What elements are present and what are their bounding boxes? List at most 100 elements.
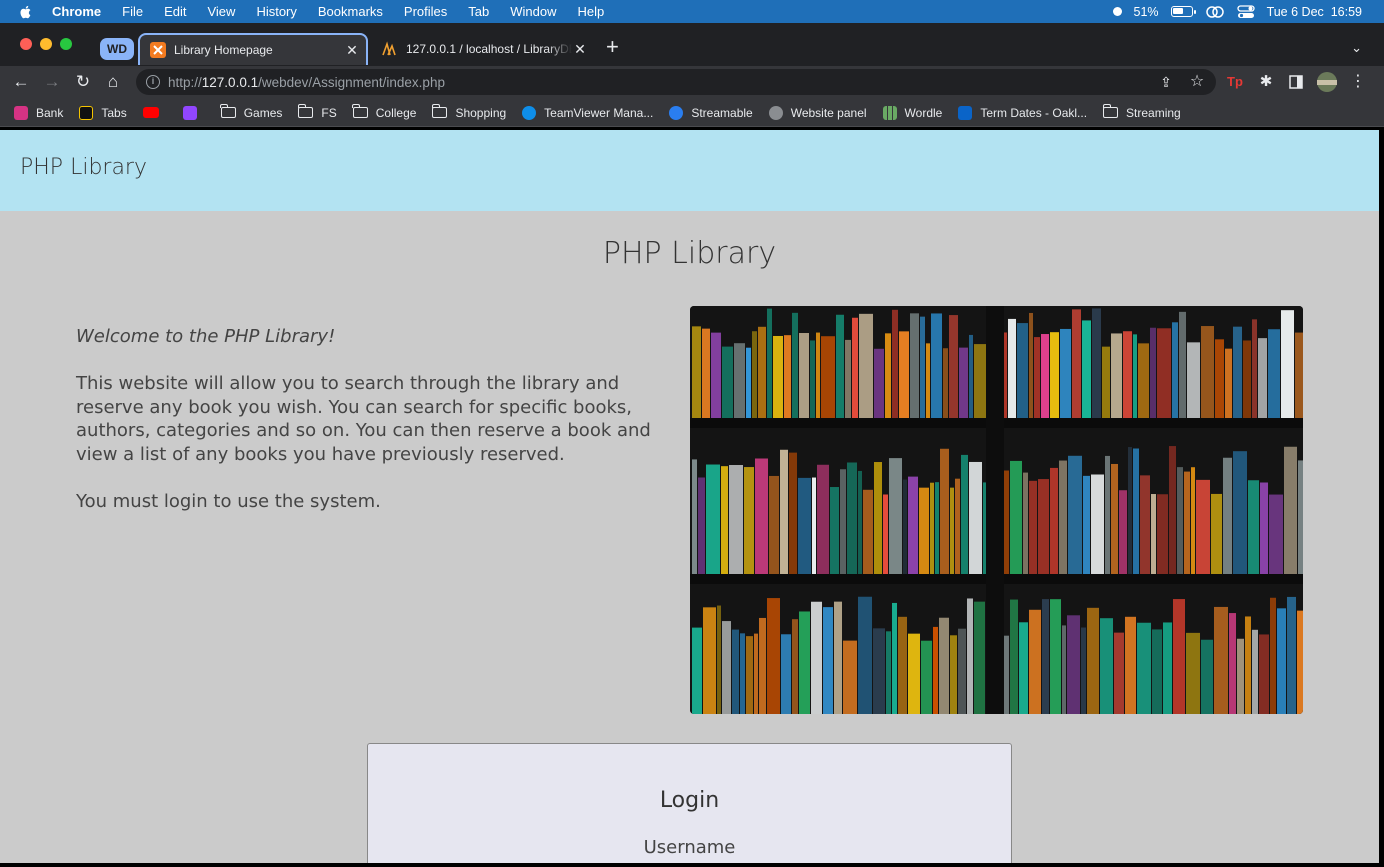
menu-window[interactable]: Window xyxy=(510,4,556,19)
book-spine xyxy=(1297,610,1303,714)
tab-library-homepage[interactable]: Library Homepage ✕ xyxy=(138,33,368,65)
extension-tp-icon[interactable]: Tp xyxy=(1224,71,1246,93)
tab-search-chevron-icon[interactable]: ⌄ xyxy=(1351,40,1362,56)
bookmark-folder-streaming[interactable]: Streaming xyxy=(1102,104,1181,120)
reload-icon[interactable]: ↻ xyxy=(72,71,94,93)
battery-percent[interactable]: 51% xyxy=(1134,5,1159,19)
profile-avatar-icon[interactable] xyxy=(1316,71,1338,93)
book-spine xyxy=(798,477,811,574)
address-bar[interactable]: i http://127.0.0.1/webdev/Assignment/ind… xyxy=(136,69,1216,95)
book-spine xyxy=(1060,328,1071,418)
chrome-menu-icon[interactable]: ⋮ xyxy=(1347,71,1369,93)
bookmark-star-icon[interactable]: ☆ xyxy=(1186,71,1208,93)
menu-app-chrome[interactable]: Chrome xyxy=(52,4,101,19)
book-spine xyxy=(1087,607,1099,714)
book-spine xyxy=(1233,451,1247,574)
extensions-puzzle-icon[interactable]: ✱ xyxy=(1255,71,1277,93)
bookmark-website-panel[interactable]: Website panel xyxy=(768,105,867,120)
book-spine xyxy=(892,309,898,418)
bookmark-label: Streaming xyxy=(1126,105,1181,120)
book-spine xyxy=(1229,613,1236,714)
bookmark-wordle[interactable]: Wordle xyxy=(882,105,943,120)
bookshelf-image xyxy=(690,306,1303,714)
bookmark-twitch[interactable] xyxy=(182,105,205,120)
xampp-icon xyxy=(150,42,166,58)
apple-icon[interactable] xyxy=(18,4,34,20)
control-center-icon[interactable] xyxy=(1236,4,1255,19)
book-spine xyxy=(843,640,857,714)
book-spine xyxy=(1111,333,1122,418)
book-spine xyxy=(1150,327,1156,418)
bookmark-label: Bank xyxy=(36,105,64,120)
book-spine xyxy=(852,317,858,418)
screen-mirroring-icon[interactable] xyxy=(1205,5,1225,19)
book-spine xyxy=(1029,312,1033,418)
menu-view[interactable]: View xyxy=(207,4,235,19)
book-spine xyxy=(859,313,873,418)
tab-group-chip[interactable]: WD xyxy=(100,38,134,60)
streamable-icon xyxy=(669,105,684,120)
recording-indicator-icon[interactable] xyxy=(1112,7,1122,16)
menu-help[interactable]: Help xyxy=(578,4,605,19)
tab-close-icon[interactable]: ✕ xyxy=(572,41,588,58)
bookmark-bank[interactable]: Bank xyxy=(14,105,64,120)
url-path: /webdev/Assignment/index.php xyxy=(258,74,445,90)
new-tab-icon[interactable]: + xyxy=(606,36,619,58)
book-spine xyxy=(792,619,798,714)
outlook-icon xyxy=(958,105,973,120)
menu-edit[interactable]: Edit xyxy=(164,4,186,19)
bookmark-folder-games[interactable]: Games xyxy=(220,104,282,120)
bookmark-label: Website panel xyxy=(790,105,867,120)
login-heading: Login xyxy=(659,788,720,813)
book-spine xyxy=(698,477,705,574)
book-spine xyxy=(1269,494,1283,574)
book-spine xyxy=(935,482,939,574)
side-panel-icon[interactable] xyxy=(1285,71,1307,93)
battery-icon[interactable] xyxy=(1170,6,1196,17)
book-spine xyxy=(799,333,809,418)
bookmark-teamviewer[interactable]: TeamViewer Mana... xyxy=(522,105,654,120)
book-spine xyxy=(759,617,766,714)
menubar-clock[interactable]: Tue 6 Dec 16:59 xyxy=(1267,5,1362,19)
book-spine xyxy=(1191,467,1195,574)
menu-profiles[interactable]: Profiles xyxy=(404,4,447,19)
bookmarks-bar: Bank Tabs Games FS College Shopping Team… xyxy=(0,99,1384,127)
home-icon[interactable]: ⌂ xyxy=(102,71,124,93)
book-spine xyxy=(1284,446,1297,574)
bookmark-label: TeamViewer Mana... xyxy=(544,105,654,120)
back-icon[interactable]: ← xyxy=(10,71,32,93)
bookmark-tabs[interactable]: Tabs xyxy=(79,105,127,120)
book-spine xyxy=(1137,622,1151,714)
window-minimize-button[interactable] xyxy=(40,38,52,50)
book-spine xyxy=(1102,346,1110,418)
bookmark-folder-fs[interactable]: FS xyxy=(298,104,337,120)
tab-close-icon[interactable]: ✕ xyxy=(344,42,360,59)
forward-icon[interactable]: → xyxy=(41,71,63,93)
book-spine xyxy=(1157,494,1168,574)
bookmark-folder-college[interactable]: College xyxy=(352,104,416,120)
menu-file[interactable]: File xyxy=(122,4,143,19)
book-spine xyxy=(823,607,833,714)
tab-phpmyadmin[interactable]: 127.0.0.1 / localhost / LibraryDB ✕ xyxy=(372,33,594,65)
window-close-button[interactable] xyxy=(20,38,32,50)
book-spine xyxy=(933,626,938,714)
window-zoom-button[interactable] xyxy=(60,38,72,50)
book-spine xyxy=(816,332,820,418)
book-spine xyxy=(1259,634,1269,714)
book-spine xyxy=(1067,615,1080,714)
menu-tab[interactable]: Tab xyxy=(468,4,489,19)
book-spine xyxy=(1059,460,1067,574)
bookmark-term-dates[interactable]: Term Dates - Oakl... xyxy=(958,105,1087,120)
share-icon[interactable]: ⇪ xyxy=(1155,71,1177,93)
bookmark-folder-shopping[interactable]: Shopping xyxy=(432,104,506,120)
bookmark-label: Wordle xyxy=(904,105,943,120)
book-spine xyxy=(1173,599,1185,714)
menu-history[interactable]: History xyxy=(256,4,296,19)
site-brand[interactable]: PHP Library xyxy=(20,155,147,180)
folder-icon xyxy=(352,104,368,118)
book-spine xyxy=(1214,606,1228,714)
menu-bookmarks[interactable]: Bookmarks xyxy=(318,4,383,19)
bookmark-youtube[interactable] xyxy=(142,107,167,118)
bookmark-streamable[interactable]: Streamable xyxy=(669,105,753,120)
site-info-icon[interactable]: i xyxy=(146,75,160,89)
